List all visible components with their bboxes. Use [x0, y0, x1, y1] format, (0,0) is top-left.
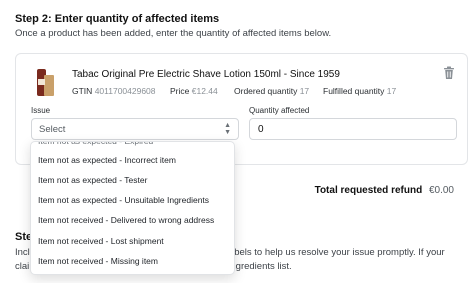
product-name: Tabac Original Pre Electric Shave Lotion… — [72, 69, 340, 80]
dropdown-option[interactable]: Item not as expected - Incorrect item — [31, 150, 234, 170]
ordered-label: Ordered quantity — [234, 86, 298, 96]
fulfilled-label: Fulfilled quantity — [323, 86, 385, 96]
trash-icon[interactable] — [443, 66, 455, 80]
fulfilled-value: 17 — [386, 86, 397, 96]
gtin-label: GTIN — [72, 86, 93, 96]
issue-label: Issue — [31, 106, 51, 115]
price-value: €12.44 — [191, 86, 218, 96]
dropdown-option[interactable]: Item not as expected - Unsuitable Ingred… — [31, 190, 234, 210]
quantity-input-value: 0 — [258, 124, 264, 135]
issue-dropdown-menu[interactable]: Item not as expected - Expired Item not … — [30, 141, 235, 275]
ordered-value: 17 — [299, 86, 310, 96]
product-ordered: Ordered quantity 17 — [234, 86, 309, 96]
chevron-updown-icon: ▲ ▼ — [224, 122, 231, 136]
step3-line2-start: clai — [15, 261, 30, 272]
refund-label: Total requested refund — [314, 185, 423, 196]
dropdown-option[interactable]: Item not received - Lost shipment — [31, 231, 234, 251]
product-price: Price €12.44 — [170, 86, 218, 96]
dropdown-option[interactable]: Item not as expected - Tester — [31, 170, 234, 190]
price-label: Price — [170, 86, 190, 96]
product-thumbnail — [33, 67, 55, 97]
issue-select-value: Select — [39, 124, 66, 135]
gtin-value: 4011700429608 — [94, 86, 156, 96]
product-gtin: GTIN 4011700429608 — [72, 86, 156, 96]
issue-select[interactable]: Select ▲ ▼ — [31, 118, 239, 140]
step3-line2-tail: ingredients list. — [228, 261, 292, 272]
step3-line1-start: Incl — [15, 247, 30, 258]
quantity-label: Quantity affected — [249, 106, 310, 115]
step2-title: Step 2: Enter quantity of affected items — [15, 13, 220, 25]
dropdown-option[interactable]: Item not received - Delivered to wrong a… — [31, 210, 234, 230]
dropdown-option[interactable]: Item not received - Missing item — [31, 251, 234, 271]
refund-summary: Total requested refund €0.00 — [315, 185, 454, 196]
step3-line1-tail: labels to help us resolve your issue pro… — [226, 247, 445, 258]
refund-value: €0.00 — [428, 185, 454, 196]
product-fulfilled: Fulfilled quantity 17 — [323, 86, 396, 96]
step2-description: Once a product has been added, enter the… — [15, 28, 332, 39]
quantity-input[interactable]: 0 — [249, 118, 457, 140]
